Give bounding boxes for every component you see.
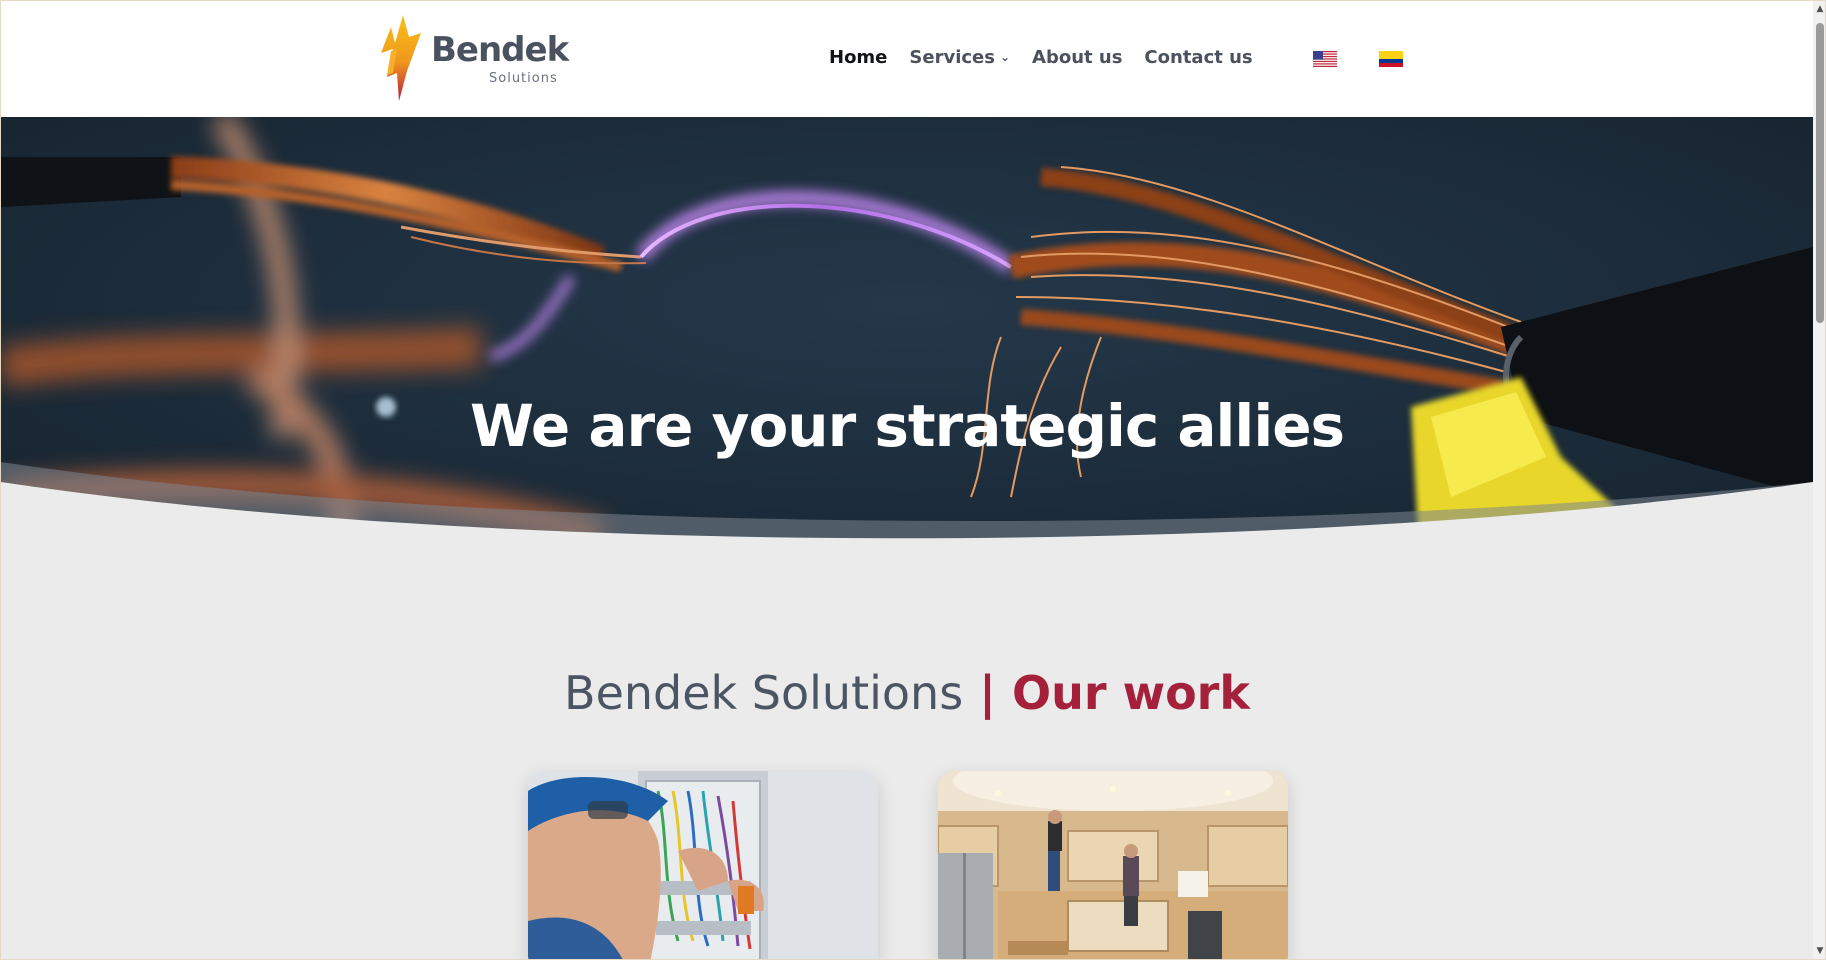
scroll-down-icon[interactable]: ▼ <box>1815 945 1825 957</box>
nav-contact-us[interactable]: Contact us <box>1144 47 1252 68</box>
section-title: Bendek Solutions | Our work <box>1 666 1813 720</box>
hero-wires-image <box>1 117 1813 587</box>
hero-title: We are your strategic allies <box>469 392 1345 460</box>
nav-about-us[interactable]: About us <box>1032 47 1122 68</box>
page-scrollbar[interactable]: ▲ ▼ <box>1813 1 1825 959</box>
section-title-main: Bendek Solutions <box>564 666 964 720</box>
scroll-up-icon[interactable]: ▲ <box>1815 3 1825 15</box>
site-logo[interactable]: Bendek Solutions <box>369 13 569 105</box>
lightning-logo-icon <box>381 15 421 101</box>
work-card-electrical[interactable] <box>528 771 878 959</box>
electrician-panel-image <box>528 771 878 959</box>
section-title-separator: | <box>963 666 1013 720</box>
scrollbar-thumb[interactable] <box>1816 23 1824 323</box>
page-frame: Bendek Solutions Home Services ⌄ About us… <box>0 0 1826 960</box>
us-flag-icon[interactable] <box>1313 51 1337 67</box>
site-header: Bendek Solutions Home Services ⌄ About us… <box>1 1 1813 117</box>
work-card-remodeling[interactable] <box>938 771 1288 959</box>
colombia-flag-icon[interactable] <box>1379 51 1403 67</box>
logo-subtitle: Solutions <box>489 71 558 86</box>
main-nav: Home Services ⌄ About us Contact us <box>829 47 1253 68</box>
chevron-down-icon: ⌄ <box>999 50 1011 64</box>
kitchen-remodel-image <box>938 771 1288 959</box>
nav-home[interactable]: Home <box>829 47 887 68</box>
logo-name: Bendek <box>431 30 569 70</box>
nav-services[interactable]: Services ⌄ <box>909 47 1010 68</box>
nav-services-label: Services <box>909 47 995 68</box>
hero-banner: We are your strategic allies <box>1 117 1813 587</box>
section-title-accent: Our work <box>1012 666 1250 720</box>
